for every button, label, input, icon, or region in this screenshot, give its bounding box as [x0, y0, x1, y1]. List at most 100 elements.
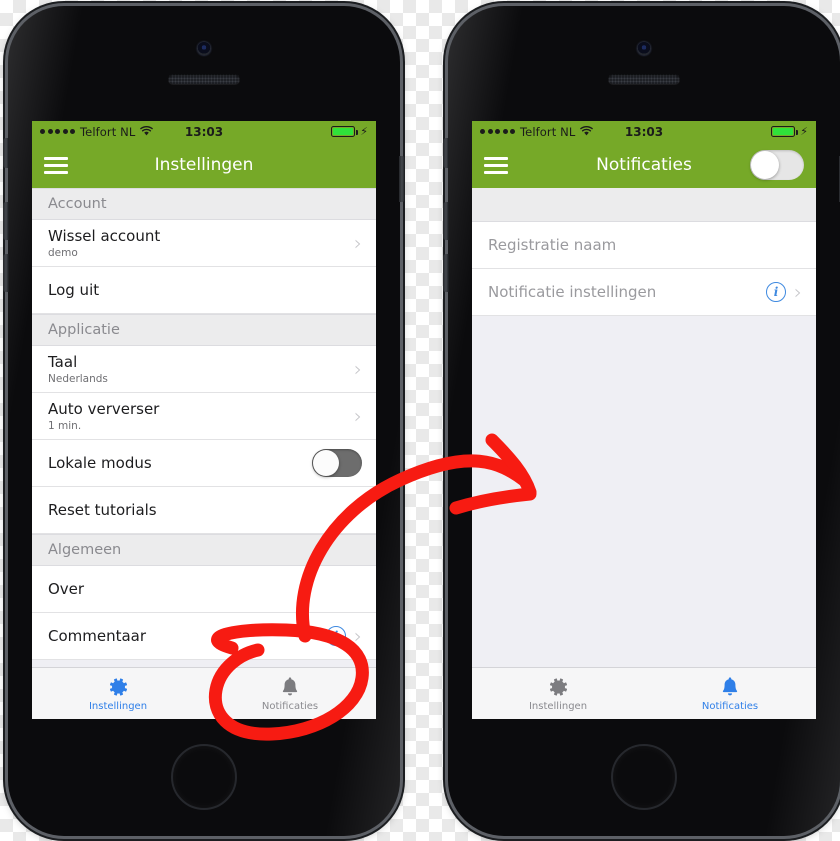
list-item-log-uit[interactable]: Log uit	[32, 267, 376, 314]
hamburger-menu-icon[interactable]	[44, 156, 68, 174]
list-item-label: Lokale modus	[48, 453, 152, 472]
list-item-label: Auto ververser	[48, 400, 160, 419]
status-bar-right: ⚡	[223, 126, 368, 137]
row-text: Registratie naam	[488, 236, 802, 255]
tab-notificaties[interactable]: Notificaties	[204, 668, 376, 719]
tab-bar-right: Instellingen Notificaties	[472, 667, 816, 719]
tab-label: Instellingen	[88, 701, 148, 712]
mute-switch-button[interactable]	[3, 138, 9, 168]
wifi-icon	[140, 125, 154, 139]
list-item-lokale-modus[interactable]: Lokale modus	[32, 440, 376, 487]
tab-notificaties[interactable]: Notificaties	[644, 668, 816, 719]
front-camera-icon	[637, 42, 651, 55]
row-text: Reset tutorials	[48, 501, 362, 520]
toggle-knob	[313, 450, 339, 476]
list-item-commentaar[interactable]: Commentaar i ›	[32, 613, 376, 660]
signal-strength-icon	[480, 129, 515, 134]
hamburger-menu-icon[interactable]	[484, 156, 508, 174]
section-header-account: Account	[32, 188, 376, 220]
list-item-taal[interactable]: Taal Nederlands ›	[32, 346, 376, 393]
volume-down-button[interactable]	[3, 254, 9, 292]
list-item-label: Registratie naam	[488, 235, 617, 254]
row-text: Lokale modus	[48, 454, 312, 473]
row-text: Commentaar	[48, 627, 320, 646]
clock-label: 13:03	[184, 124, 224, 139]
chevron-right-icon: ›	[354, 231, 362, 255]
clock-label: 13:03	[624, 124, 664, 139]
bell-icon	[278, 675, 302, 699]
list-item-label: Taal	[48, 353, 78, 372]
notifications-list: Registratie naam Notificatie instellinge…	[472, 188, 816, 719]
row-text: Over	[48, 580, 362, 599]
list-item-label: Log uit	[48, 280, 100, 299]
tab-label: Notificaties	[261, 701, 319, 712]
tab-label: Notificaties	[701, 701, 759, 712]
battery-icon	[331, 126, 358, 137]
screen-right: Telfort NL 13:03 ⚡ Notificaties Registra…	[472, 121, 816, 719]
lightning-bolt-icon: ⚡	[360, 125, 369, 138]
battery-icon	[771, 126, 798, 137]
lokale-modus-toggle[interactable]	[312, 449, 362, 477]
list-item-label: Notificatie instellingen	[488, 282, 657, 301]
list-item-notificatie-instellingen[interactable]: Notificatie instellingen i ›	[472, 269, 816, 316]
chevron-right-icon: ›	[354, 624, 362, 648]
list-item-label: Wissel account	[48, 227, 161, 246]
status-bar-right: ⚡	[663, 126, 808, 137]
bell-icon	[718, 675, 742, 699]
screenshot-stage: Telfort NL 13:03 ⚡ Instellingen Account …	[0, 0, 840, 841]
row-text: Wissel account demo	[48, 227, 346, 259]
tab-label: Instellingen	[528, 701, 588, 712]
list-item-auto-ververser[interactable]: Auto ververser 1 min. ›	[32, 393, 376, 440]
list-item-label: Commentaar	[48, 626, 147, 645]
volume-up-button[interactable]	[3, 202, 9, 240]
row-text: Notificatie instellingen	[488, 283, 760, 302]
section-header-algemeen: Algemeen	[32, 534, 376, 566]
status-bar: Telfort NL 13:03 ⚡	[472, 121, 816, 142]
earpiece-speaker	[168, 74, 240, 84]
list-item-over[interactable]: Over	[32, 566, 376, 613]
power-button[interactable]	[399, 156, 405, 202]
section-header-applicatie: Applicatie	[32, 314, 376, 346]
page-title: Instellingen	[154, 155, 254, 175]
list-item-label: Over	[48, 579, 85, 598]
gear-icon	[106, 675, 130, 699]
info-icon[interactable]: i	[326, 626, 346, 646]
list-item-wissel-account[interactable]: Wissel account demo ›	[32, 220, 376, 267]
chevron-right-icon: ›	[794, 280, 802, 304]
home-button[interactable]	[611, 744, 677, 810]
gear-icon	[546, 675, 570, 699]
row-text: Log uit	[48, 281, 362, 300]
tab-instellingen[interactable]: Instellingen	[472, 668, 644, 719]
volume-down-button[interactable]	[443, 254, 449, 292]
status-bar-left: Telfort NL	[480, 125, 625, 139]
info-icon[interactable]: i	[766, 282, 786, 302]
lightning-bolt-icon: ⚡	[800, 125, 809, 138]
navigation-bar-left: Instellingen	[32, 142, 376, 188]
navigation-bar-right: Notificaties	[472, 142, 816, 188]
front-camera-icon	[197, 42, 211, 55]
wifi-icon	[580, 125, 594, 139]
toggle-knob	[751, 151, 779, 179]
settings-list: Account Wissel account demo › Log uit Ap…	[32, 188, 376, 719]
list-item-reset-tutorials[interactable]: Reset tutorials	[32, 487, 376, 534]
home-button[interactable]	[171, 744, 237, 810]
phone-device-left: Telfort NL 13:03 ⚡ Instellingen Account …	[3, 6, 405, 836]
volume-up-button[interactable]	[443, 202, 449, 240]
row-text: Taal Nederlands	[48, 353, 346, 385]
chevron-right-icon: ›	[354, 404, 362, 428]
list-item-sublabel: demo	[48, 246, 78, 259]
list-item-sublabel: Nederlands	[48, 372, 108, 385]
list-item-registratie-naam[interactable]: Registratie naam	[472, 222, 816, 269]
list-top-spacer	[472, 188, 816, 222]
mute-switch-button[interactable]	[443, 138, 449, 168]
list-item-sublabel: 1 min.	[48, 419, 82, 432]
phone-device-right: Telfort NL 13:03 ⚡ Notificaties Registra…	[443, 6, 840, 836]
earpiece-speaker	[608, 74, 680, 84]
tab-instellingen[interactable]: Instellingen	[32, 668, 204, 719]
notifications-master-toggle[interactable]	[750, 150, 804, 180]
carrier-label: Telfort NL	[80, 124, 136, 139]
tab-bar-left: Instellingen Notificaties	[32, 667, 376, 719]
list-item-label: Reset tutorials	[48, 500, 157, 519]
status-bar: Telfort NL 13:03 ⚡	[32, 121, 376, 142]
signal-strength-icon	[40, 129, 75, 134]
